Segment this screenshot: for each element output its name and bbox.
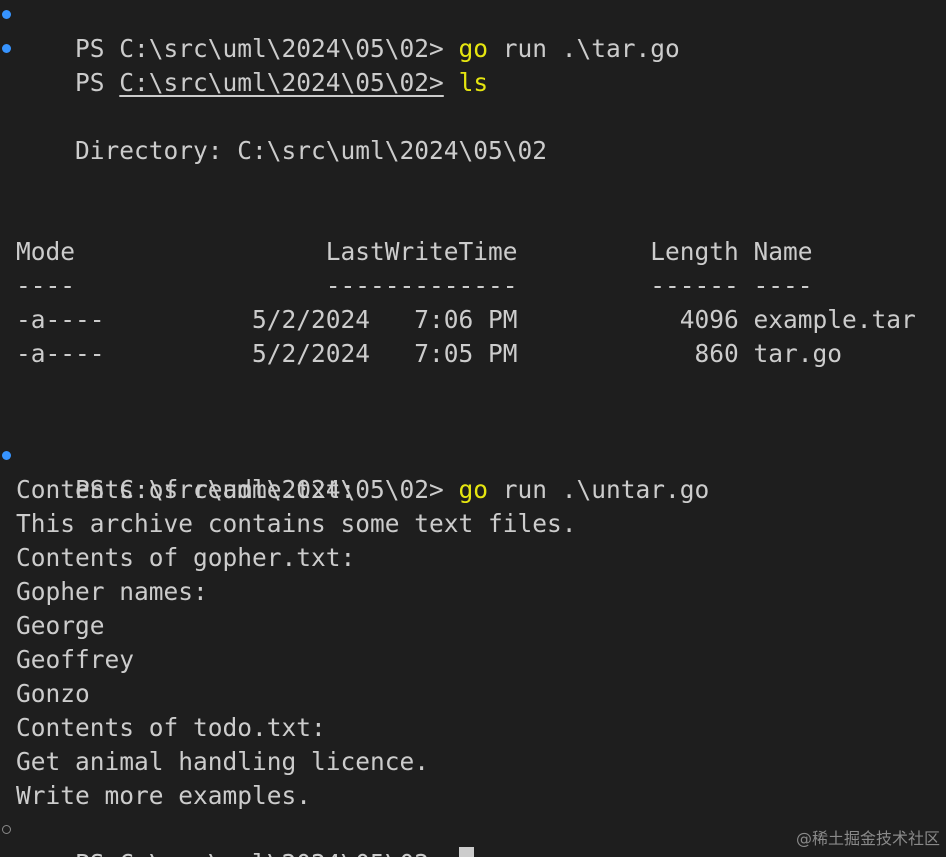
table-row: -a---- 5/2/2024 7:05 PM 860 tar.go	[16, 339, 843, 368]
output-line: Contents of readme.txt:	[16, 475, 356, 504]
command-decoration-icon[interactable]	[2, 44, 11, 53]
prompt-path-link[interactable]: C:\src\uml\2024\05\02>	[119, 68, 444, 97]
output-line: Contents of gopher.txt:	[16, 543, 356, 572]
table-separator: ---- ------------- ------ ----	[16, 271, 813, 300]
prompt-prefix: PS C:\src\uml\2024\05\02>	[75, 849, 459, 857]
output-line: Get animal handling licence.	[16, 747, 430, 776]
command-args: run .\tar.go	[488, 34, 680, 63]
watermark: @稀土掘金技术社区	[795, 829, 940, 848]
output-line: This archive contains some text files.	[16, 509, 577, 538]
terminal-panel[interactable]: PS C:\src\uml\2024\05\02> go run .\tar.g…	[0, 0, 946, 857]
prompt-line-1: PS C:\src\uml\2024\05\02> go run .\tar.g…	[2, 0, 680, 63]
table-header: Mode LastWriteTime Length Name	[16, 237, 813, 266]
output-line: Contents of todo.txt:	[16, 713, 326, 742]
output-line: Gonzo	[16, 679, 90, 708]
output-line: Gopher names:	[16, 577, 208, 606]
prompt-line-2: PS C:\src\uml\2024\05\02> ls	[2, 32, 488, 97]
command-decoration-icon[interactable]	[2, 451, 11, 460]
command-decoration-idle-icon[interactable]	[2, 825, 11, 834]
command-name: ls	[458, 68, 489, 97]
output-line: George	[16, 611, 105, 640]
prompt-line-4[interactable]: PS C:\src\uml\2024\05\02>	[2, 813, 474, 857]
output-line: Write more examples.	[16, 781, 312, 810]
prompt-line-3: PS C:\src\uml\2024\05\02> go run .\untar…	[2, 439, 709, 504]
directory-line: Directory: C:\src\uml\2024\05\02	[16, 136, 548, 165]
command-name: go	[458, 475, 489, 504]
output-line: Geoffrey	[16, 645, 135, 674]
command-args: run .\untar.go	[488, 475, 710, 504]
command-decoration-icon[interactable]	[2, 10, 11, 19]
table-row: -a---- 5/2/2024 7:06 PM 4096 example.tar	[16, 305, 916, 334]
text-cursor	[458, 847, 474, 857]
prompt-ps: PS	[75, 68, 120, 97]
